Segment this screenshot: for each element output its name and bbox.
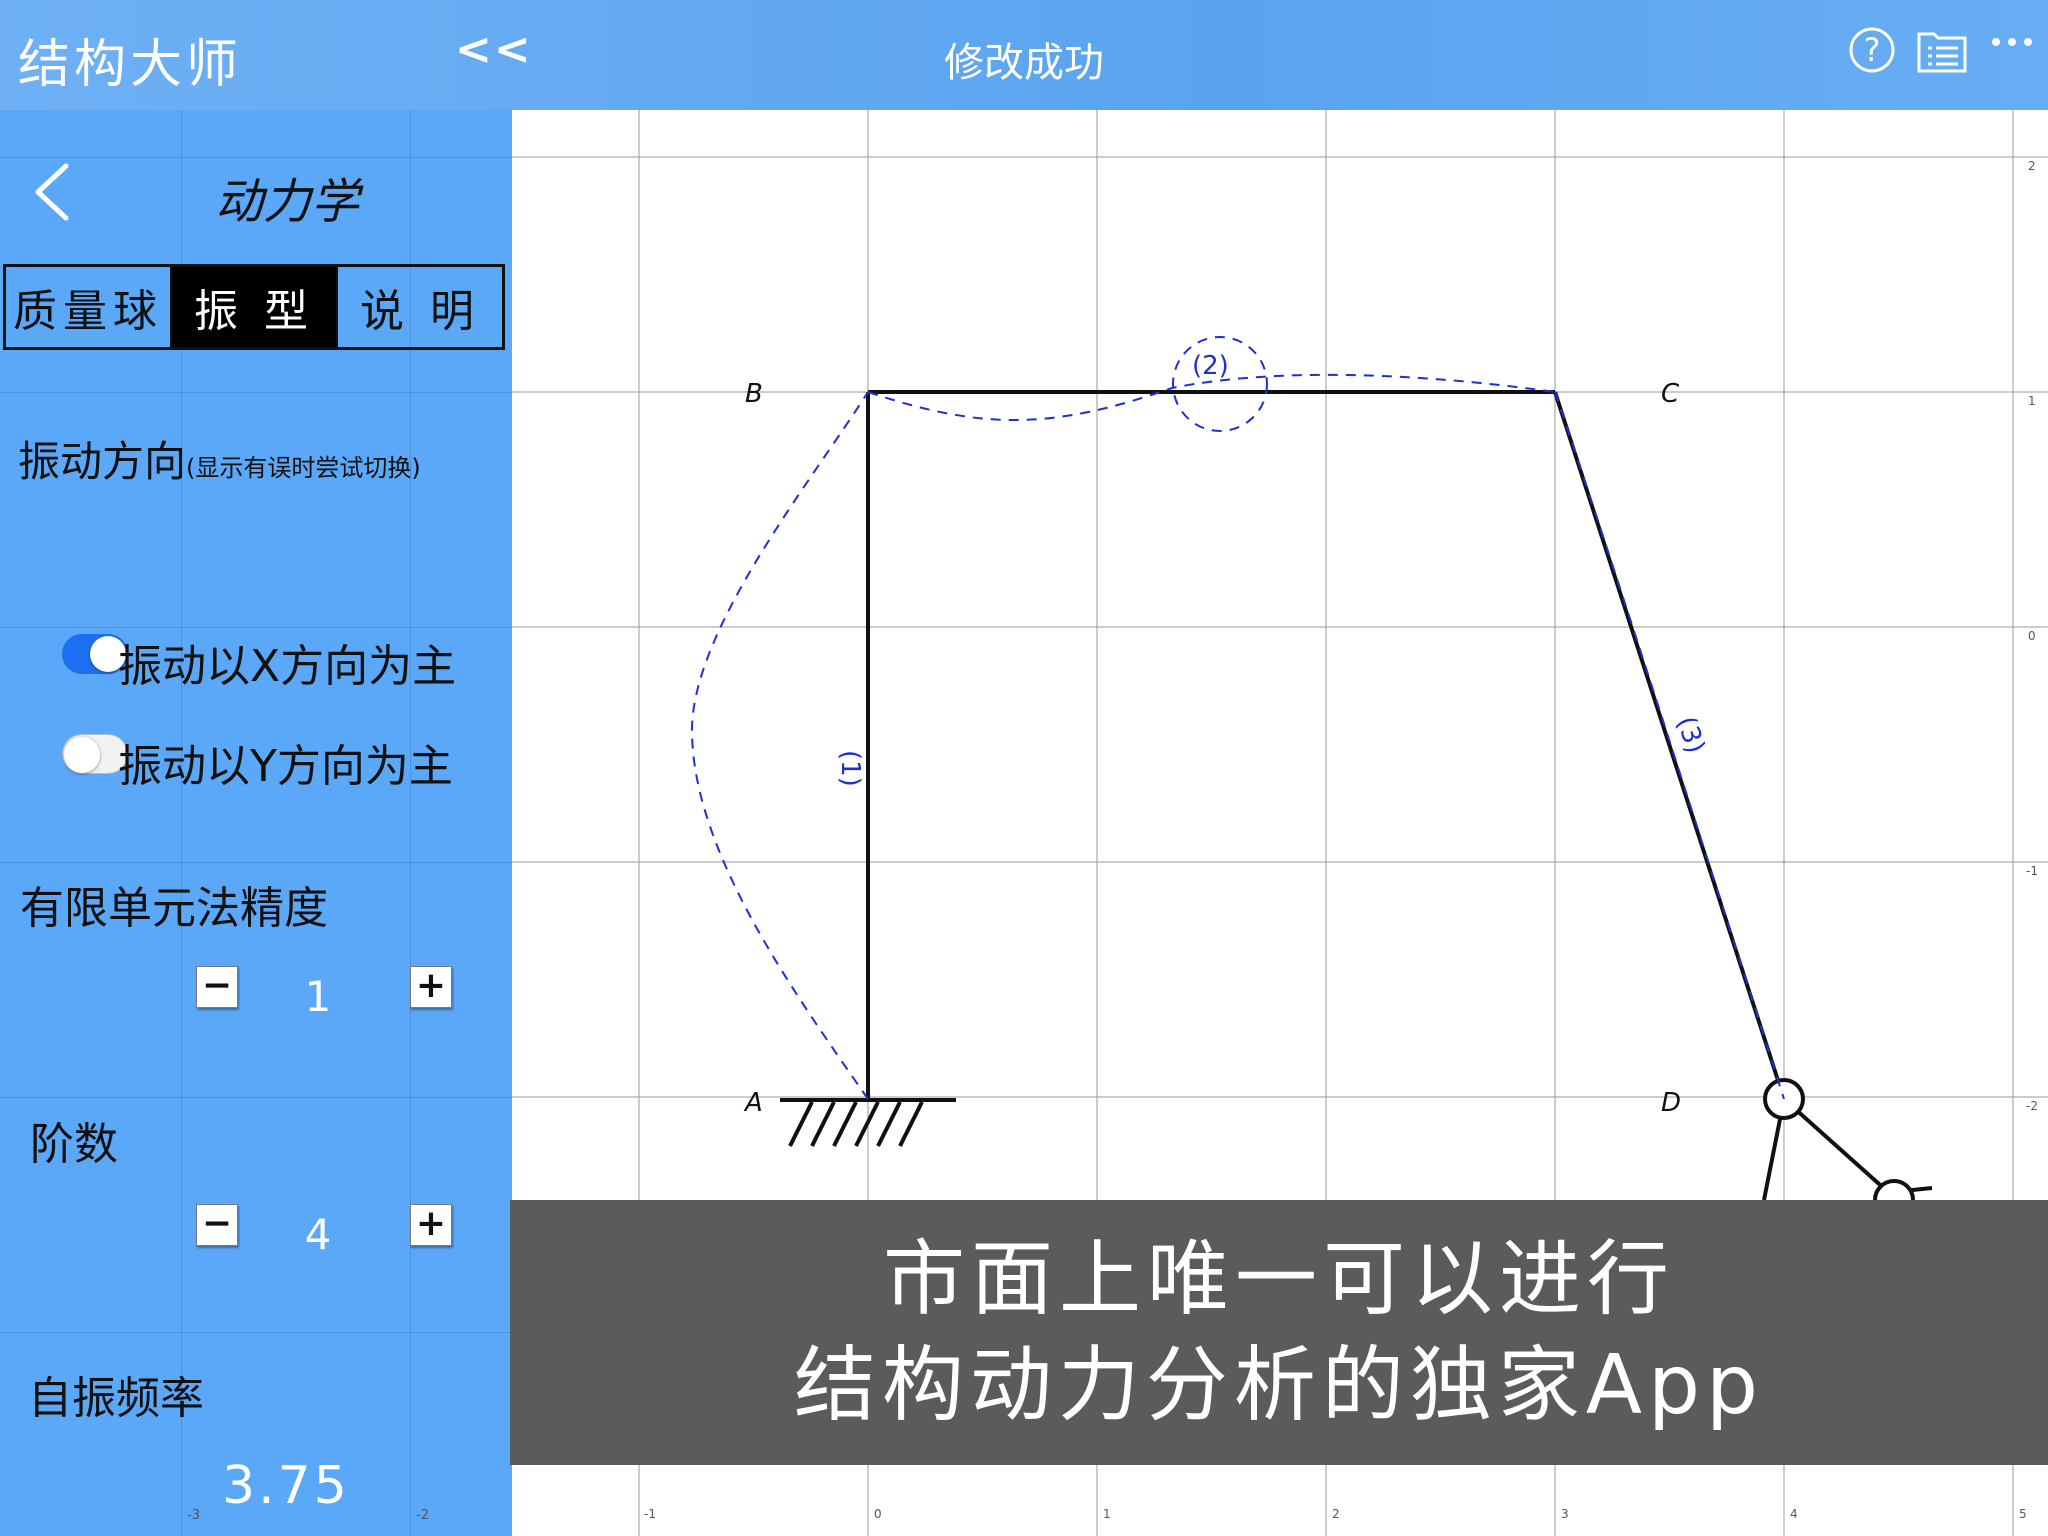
grid-line [0, 1097, 512, 1098]
node-label-b: B [745, 379, 763, 409]
mode-order-label: 阶数 [30, 1119, 118, 1170]
vibration-direction-hint: (显示有误时尝试切换) [186, 454, 421, 482]
svg-text:?: ? [1864, 31, 1881, 69]
banner-line-1: 市面上唯一可以进行 [882, 1231, 1675, 1327]
fem-decrement-button[interactable]: − [196, 966, 238, 1008]
member-labels: (1) (2) (3) [835, 351, 1710, 787]
y-tick-label: -1 [2026, 864, 2038, 878]
grid-line [0, 157, 512, 158]
order-increment-button[interactable]: + [410, 1204, 452, 1246]
promo-banner: 市面上唯一可以进行 结构动力分析的独家App [510, 1200, 2048, 1465]
node-label-c: C [1661, 379, 1680, 409]
grid-line [0, 392, 512, 393]
y-tick-label: 0 [2028, 629, 2036, 643]
mode-order-value: 4 [304, 1210, 332, 1259]
list-icon[interactable] [1916, 26, 1968, 74]
status-title: 修改成功 [944, 40, 1104, 86]
chevron-left-icon[interactable] [30, 160, 74, 224]
node-labels: A B C D [743, 379, 1681, 1118]
x-tick-label: 0 [874, 1507, 882, 1521]
grid-line [0, 627, 512, 628]
mode-shape [690, 336, 1785, 1100]
vibration-direction-label: 振动方向(显示有误时尝试切换) [18, 428, 421, 489]
x-tick-label: 1 [1103, 1507, 1111, 1521]
y-tick-label: -2 [2026, 1099, 2038, 1113]
x-tick-label: -3 [187, 1508, 200, 1523]
grid-line [0, 1332, 512, 1333]
node-label-d: D [1661, 1088, 1681, 1118]
option-y-label: 振动以Y方向为主 [118, 741, 453, 792]
x-tick-label: 2 [1332, 1507, 1340, 1521]
fem-precision-value: 1 [304, 972, 332, 1021]
vibration-direction-title: 振动方向 [18, 437, 187, 486]
order-decrement-button[interactable]: − [196, 1204, 238, 1246]
tab-mode-shape[interactable]: 振 型 [170, 267, 336, 347]
more-icon[interactable] [1990, 34, 2034, 50]
mode-shape-member-2 [867, 373, 1556, 421]
member-label-1: (1) [835, 750, 865, 787]
fem-precision-label: 有限单元法精度 [20, 883, 328, 934]
tab-mass-ball[interactable]: 质量球 [6, 267, 170, 347]
panel-title: 动力学 [215, 174, 360, 230]
top-bar: 结构大师 << 修改成功 ? [0, 0, 2048, 110]
y-tick-label: 2 [2028, 159, 2036, 173]
tab-description[interactable]: 说 明 [336, 267, 502, 347]
fem-increment-button[interactable]: + [410, 966, 452, 1008]
toggle-knob [64, 737, 100, 773]
natural-frequency-label: 自振频率 [28, 1373, 204, 1424]
x-tick-label: -1 [644, 1507, 656, 1521]
help-icon[interactable]: ? [1848, 26, 1896, 74]
sidebar-panel: 动力学 质量球 振 型 说 明 振动方向(显示有误时尝试切换) 振动以X方向为主… [0, 110, 512, 1536]
grid-line [0, 862, 512, 863]
member-label-2: (2) [1192, 351, 1229, 381]
x-tick-label: 4 [1790, 1507, 1798, 1521]
x-tick-label: 3 [1561, 1507, 1569, 1521]
banner-line-2: 结构动力分析的独家App [793, 1337, 1765, 1433]
option-x-label: 振动以X方向为主 [118, 641, 457, 692]
node-label-a: A [743, 1088, 763, 1118]
mode-shape-member-1 [690, 391, 869, 1100]
tab-bar: 质量球 振 型 说 明 [3, 264, 505, 350]
y-tick-label: 1 [2028, 394, 2036, 408]
member-label-3: (3) [1670, 713, 1710, 757]
x-tick-label: -2 [416, 1508, 429, 1523]
x-tick-label: 5 [2019, 1507, 2027, 1521]
natural-frequency-value: 3.75 [222, 1456, 350, 1516]
frame [866, 390, 1933, 1201]
